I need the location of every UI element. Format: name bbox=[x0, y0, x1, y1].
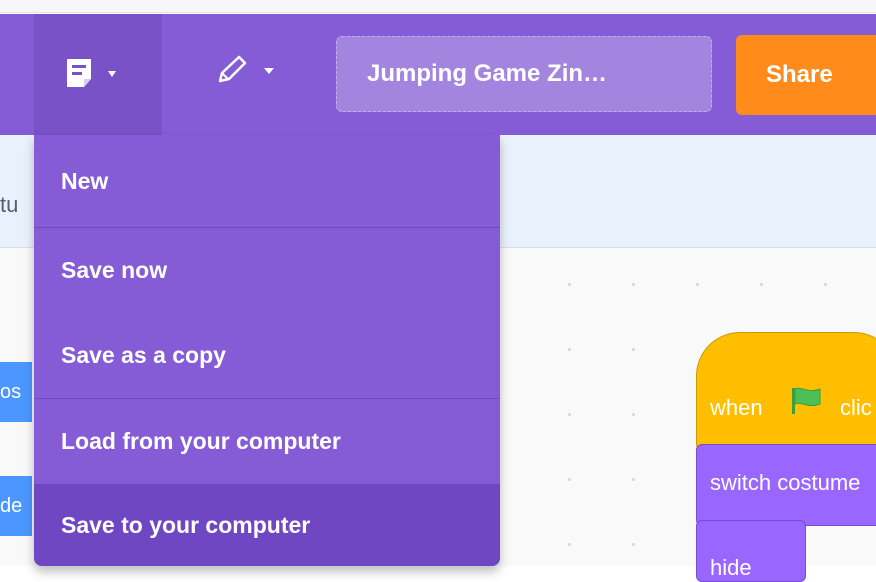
green-flag-icon bbox=[792, 387, 821, 414]
grid-dot bbox=[632, 478, 635, 481]
menu-item-load-from-computer[interactable]: Load from your computer bbox=[34, 399, 500, 484]
grid-dot bbox=[696, 283, 699, 286]
file-dropdown-menu: New Save now Save as a copy Load from yo… bbox=[34, 135, 500, 566]
menu-item-save-to-computer[interactable]: Save to your computer bbox=[34, 484, 500, 566]
grid-dot bbox=[632, 348, 635, 351]
grid-dot bbox=[760, 283, 763, 286]
grid-dot bbox=[568, 478, 571, 481]
grid-dot bbox=[824, 283, 827, 286]
grid-dot bbox=[632, 413, 635, 416]
edit-menu-button[interactable] bbox=[212, 54, 286, 90]
costumes-tab-fragment[interactable]: tu bbox=[0, 192, 18, 218]
file-icon bbox=[67, 59, 116, 87]
share-button[interactable]: Share bbox=[736, 35, 876, 115]
menu-item-new[interactable]: New bbox=[34, 135, 500, 227]
menu-item-save-as-copy[interactable]: Save as a copy bbox=[34, 313, 500, 398]
palette-block[interactable]: os bbox=[0, 362, 32, 422]
hat-block-label: when bbox=[710, 395, 763, 420]
hat-block-suffix: clic bbox=[840, 395, 872, 420]
grid-dot bbox=[568, 543, 571, 546]
grid-dot bbox=[632, 283, 635, 286]
file-menu-button[interactable] bbox=[34, 14, 162, 135]
grid-dot bbox=[632, 543, 635, 546]
hide-label: hide bbox=[710, 555, 752, 580]
grid-dot bbox=[568, 413, 571, 416]
browser-top-strip bbox=[0, 0, 876, 13]
when-flag-clicked-block[interactable] bbox=[696, 332, 876, 452]
project-title-input[interactable]: Jumping Game Zin… bbox=[336, 36, 712, 112]
palette-block[interactable]: de bbox=[0, 476, 32, 536]
grid-dot bbox=[568, 348, 571, 351]
menu-item-save-now[interactable]: Save now bbox=[34, 228, 500, 313]
menu-bar: Jumping Game Zin… Share bbox=[0, 14, 876, 135]
grid-dot bbox=[568, 283, 571, 286]
switch-costume-label: switch costume bbox=[710, 470, 861, 495]
